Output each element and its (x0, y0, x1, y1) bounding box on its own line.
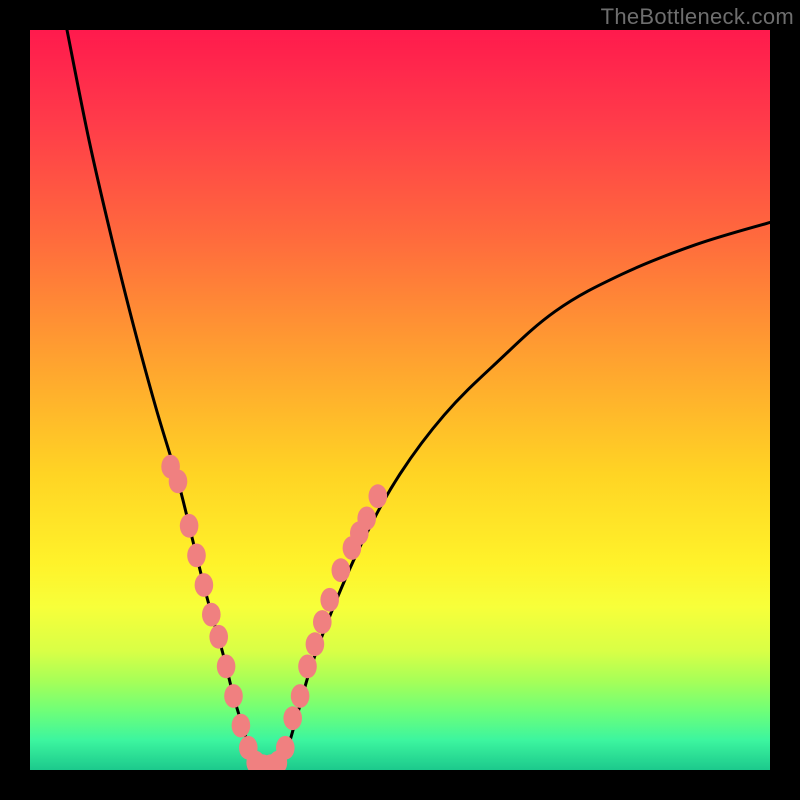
data-marker (180, 514, 199, 538)
data-marker (195, 573, 214, 597)
data-marker (232, 714, 251, 738)
data-marker (217, 655, 236, 679)
data-marker (209, 625, 228, 649)
plot-area (30, 30, 770, 770)
right-curve-line (282, 222, 770, 770)
data-markers (161, 455, 387, 770)
data-marker (224, 684, 243, 708)
data-marker (298, 655, 317, 679)
data-marker (313, 610, 332, 634)
curve-lines (67, 30, 770, 770)
data-marker (306, 632, 325, 656)
data-marker (202, 603, 221, 627)
data-marker (276, 736, 295, 760)
curve-svg (30, 30, 770, 770)
data-marker (369, 484, 388, 508)
data-marker (187, 544, 206, 568)
data-marker (291, 684, 310, 708)
data-marker (283, 706, 302, 730)
chart-container: TheBottleneck.com (0, 0, 800, 800)
data-marker (357, 507, 376, 531)
data-marker (332, 558, 351, 582)
data-marker (320, 588, 339, 612)
data-marker (169, 470, 188, 494)
watermark-text: TheBottleneck.com (601, 4, 794, 30)
